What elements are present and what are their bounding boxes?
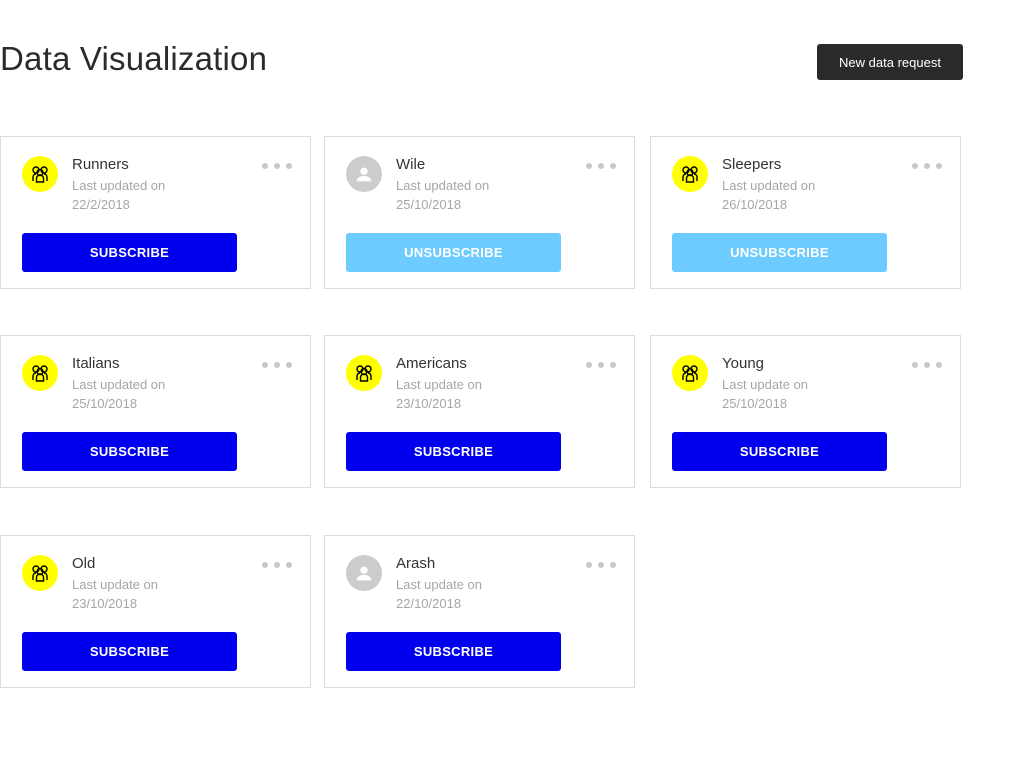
card-updated-label: Last update on: [722, 377, 809, 392]
audience-card-italians: Italians Last updated on 25/10/2018 SUBS…: [0, 335, 311, 488]
card-updated-label: Last updated on: [72, 178, 166, 193]
card-name: Runners: [72, 156, 129, 173]
subscribe-button[interactable]: SUBSCRIBE: [346, 432, 561, 471]
card-updated-label: Last updated on: [72, 377, 166, 392]
more-options-icon[interactable]: [586, 360, 616, 370]
card-name: Young: [722, 355, 764, 372]
person-icon: [346, 156, 382, 192]
card-updated-label: Last update on: [396, 577, 483, 592]
more-options-icon[interactable]: [586, 161, 616, 171]
group-icon: [22, 555, 58, 591]
new-data-request-button[interactable]: New data request: [817, 44, 963, 80]
card-name: Arash: [396, 555, 436, 572]
group-icon: [22, 156, 58, 192]
card-updated-date: 25/10/2018: [722, 396, 788, 411]
subscribe-button[interactable]: SUBSCRIBE: [672, 432, 887, 471]
more-options-icon[interactable]: [912, 161, 942, 171]
card-updated-date: 22/2/2018: [72, 197, 130, 212]
audience-card-wile: Wile Last updated on 25/10/2018 UNSUBSCR…: [324, 136, 635, 289]
more-options-icon[interactable]: [586, 560, 616, 570]
unsubscribe-button[interactable]: UNSUBSCRIBE: [346, 233, 561, 272]
more-options-icon[interactable]: [262, 161, 292, 171]
card-updated-date: 23/10/2018: [396, 396, 462, 411]
card-name: Sleepers: [722, 156, 782, 173]
audience-card-old: Old Last update on 23/10/2018 SUBSCRIBE: [0, 535, 311, 688]
card-updated-date: 23/10/2018: [72, 596, 138, 611]
card-updated-label: Last updated on: [722, 178, 816, 193]
card-updated-label: Last update on: [72, 577, 159, 592]
subscribe-button[interactable]: SUBSCRIBE: [22, 432, 237, 471]
audience-card-sleepers: Sleepers Last updated on 26/10/2018 UNSU…: [650, 136, 961, 289]
subscribe-button[interactable]: SUBSCRIBE: [346, 632, 561, 671]
subscribe-button[interactable]: SUBSCRIBE: [22, 632, 237, 671]
audience-card-americans: Americans Last update on 23/10/2018 SUBS…: [324, 335, 635, 488]
more-options-icon[interactable]: [262, 560, 292, 570]
page: Data Visualization New data request Runn…: [0, 0, 1024, 768]
more-options-icon[interactable]: [262, 360, 292, 370]
card-updated-label: Last updated on: [396, 178, 490, 193]
card-updated-date: 25/10/2018: [72, 396, 138, 411]
audience-card-runners: Runners Last updated on 22/2/2018 SUBSCR…: [0, 136, 311, 289]
card-name: Italians: [72, 355, 120, 372]
card-updated-label: Last update on: [396, 377, 483, 392]
card-name: Wile: [396, 156, 426, 173]
subscribe-button[interactable]: SUBSCRIBE: [22, 233, 237, 272]
unsubscribe-button[interactable]: UNSUBSCRIBE: [672, 233, 887, 272]
group-icon: [346, 355, 382, 391]
more-options-icon[interactable]: [912, 360, 942, 370]
card-name: Old: [72, 555, 96, 572]
card-updated-date: 25/10/2018: [396, 197, 462, 212]
card-updated-date: 26/10/2018: [722, 197, 788, 212]
card-name: Americans: [396, 355, 467, 372]
page-title: Data Visualization: [0, 40, 268, 77]
group-icon: [672, 355, 708, 391]
person-icon: [346, 555, 382, 591]
group-icon: [672, 156, 708, 192]
audience-card-young: Young Last update on 25/10/2018 SUBSCRIB…: [650, 335, 961, 488]
card-updated-date: 22/10/2018: [396, 596, 462, 611]
group-icon: [22, 355, 58, 391]
audience-card-arash: Arash Last update on 22/10/2018 SUBSCRIB…: [324, 535, 635, 688]
